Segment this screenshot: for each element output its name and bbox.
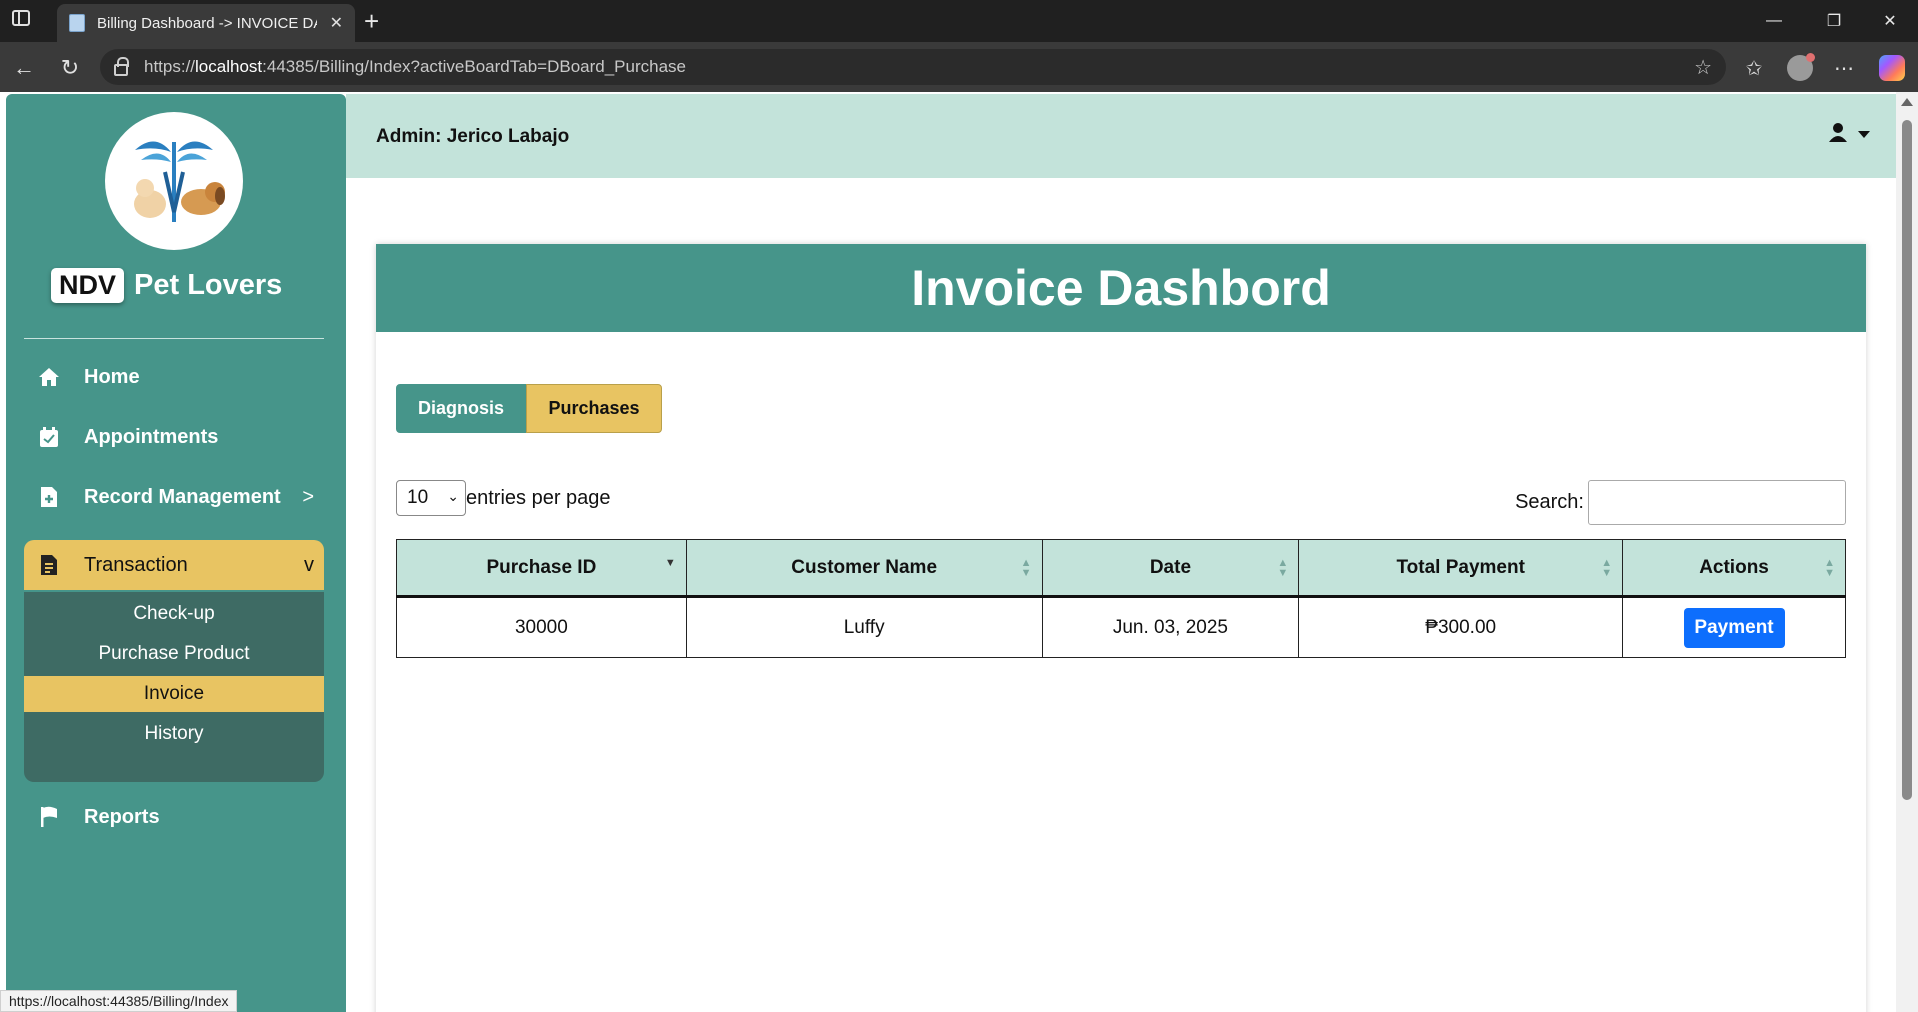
tab-purchases[interactable]: Purchases (526, 384, 662, 433)
tab-diagnosis[interactable]: Diagnosis (396, 384, 526, 433)
column-header-total-payment[interactable]: Total Payment ▲ ▼ (1298, 539, 1624, 598)
profile-icon[interactable] (1782, 50, 1818, 86)
sidebar-item-label: Reports (84, 805, 160, 828)
table-row: 30000 Luffy Jun. 03, 2025 ₱300.00 Paymen… (396, 596, 1846, 658)
reload-icon[interactable]: ↻ (52, 50, 88, 86)
page-viewport: NDV Pet Lovers Home Appointments Record … (0, 92, 1918, 1012)
favorites-icon[interactable]: ✩ (1736, 50, 1772, 86)
browser-tab-active[interactable]: Billing Dashboard -> INVOICE DA ✕ (57, 4, 355, 42)
transaction-submenu: Check-up Purchase Product Invoice Histor… (24, 592, 324, 782)
brand: NDV Pet Lovers (51, 268, 282, 303)
user-icon (1828, 122, 1848, 147)
sort-icon: ▲ ▼ (1277, 557, 1289, 579)
sort-icon: ▲ ▼ (1824, 557, 1835, 579)
clinic-logo (105, 112, 243, 250)
sort-icon: ▲ ▼ (1601, 557, 1613, 579)
url-text: https://localhost:44385/Billing/Index?ac… (144, 57, 687, 76)
file-plus-icon (38, 486, 60, 508)
minimize-icon[interactable]: — (1746, 0, 1802, 42)
cell-customer-name: Luffy (685, 596, 1043, 658)
copilot-icon[interactable] (1874, 50, 1910, 86)
page-length-select[interactable]: 10 ⌄ (396, 480, 466, 516)
page-length-value: 10 (407, 487, 429, 508)
page-length-control: 10 ⌄ entries per page (396, 480, 611, 516)
sidebar-divider (24, 338, 324, 339)
back-icon[interactable]: ← (6, 50, 42, 86)
card-header: Invoice Dashbord (376, 244, 1866, 332)
caret-down-icon (1858, 131, 1870, 138)
close-tab-icon[interactable]: ✕ (330, 13, 343, 33)
address-bar[interactable]: https://localhost:44385/Billing/Index?ac… (100, 49, 1726, 85)
sidebar-item-label: Appointments (84, 425, 219, 448)
cell-purchase-id: 30000 (396, 596, 687, 658)
sort-icon: ▲ ▼ (1020, 557, 1032, 579)
sidebar-item-reports[interactable]: Reports (24, 792, 324, 842)
scroll-up-icon[interactable] (1901, 98, 1913, 106)
sidebar-item-transaction[interactable]: Transaction v (24, 540, 324, 590)
home-icon (38, 366, 60, 388)
sidebar-item-appointments[interactable]: Appointments (24, 412, 324, 462)
sidebar-item-label: Home (84, 365, 140, 388)
brand-name: Pet Lovers (134, 269, 283, 301)
chevron-down-icon: ⌄ (447, 488, 459, 504)
sidebar-item-record-management[interactable]: Record Management > (24, 472, 324, 522)
page-favicon-icon (69, 14, 85, 32)
column-header-purchase-id[interactable]: Purchase ID ▼ (396, 539, 687, 598)
submenu-item-check-up[interactable]: Check-up (24, 596, 324, 632)
cell-date: Jun. 03, 2025 (1041, 596, 1300, 658)
top-header: Admin: Jerico Labajo (346, 94, 1896, 178)
chevron-right-icon: > (302, 485, 314, 508)
search-input[interactable] (1588, 480, 1846, 525)
sidebar-item-label: Transaction (84, 553, 188, 576)
flag-icon (38, 806, 60, 828)
lock-icon (114, 57, 129, 76)
cell-total-payment: ₱300.00 (1298, 596, 1624, 658)
user-menu-dropdown[interactable] (1828, 122, 1870, 147)
browser-toolbar: ← ↻ https://localhost:44385/Billing/Inde… (0, 42, 1918, 92)
page-scrollbar[interactable] (1896, 92, 1918, 1012)
search-label: Search: (1515, 491, 1584, 513)
admin-name: Admin: Jerico Labajo (376, 126, 570, 147)
submenu-item-invoice[interactable]: Invoice (24, 676, 324, 712)
app-sidebar: NDV Pet Lovers Home Appointments Record … (6, 94, 346, 1012)
new-tab-icon[interactable]: + (364, 6, 379, 37)
browser-sidebar-icon[interactable] (12, 10, 30, 26)
sort-desc-icon: ▼ (664, 557, 676, 569)
restore-icon[interactable]: ❐ (1806, 0, 1862, 42)
chevron-down-icon: v (304, 553, 314, 576)
sidebar-item-label: Record Management (84, 485, 281, 508)
submenu-item-history[interactable]: History (24, 716, 324, 752)
more-options-icon[interactable]: ⋯ (1826, 50, 1862, 86)
favorite-star-icon[interactable]: ☆ (1694, 55, 1712, 80)
scroll-thumb[interactable] (1902, 120, 1912, 800)
calendar-check-icon (38, 426, 60, 448)
receipt-icon (38, 554, 60, 576)
payment-button[interactable]: Payment (1683, 607, 1785, 648)
column-header-date[interactable]: Date ▲ ▼ (1041, 539, 1300, 598)
page-title: Invoice Dashbord (911, 260, 1331, 316)
invoice-card: Invoice Dashbord Diagnosis Purchases 10 … (376, 244, 1866, 1012)
search-control: Search: (1515, 480, 1846, 525)
purchases-table: Purchase ID ▼ Customer Name ▲ ▼ Date ▲ ▼ Tota… (396, 539, 1846, 658)
browser-tab-bar: Billing Dashboard -> INVOICE DA ✕ + — ❐ … (0, 0, 1918, 42)
status-bar-url: https://localhost:44385/Billing/Index (0, 990, 238, 1012)
browser-tab-title: Billing Dashboard -> INVOICE DA (97, 14, 317, 32)
board-tabs: Diagnosis Purchases (396, 384, 662, 433)
submenu-item-purchase-product[interactable]: Purchase Product (24, 636, 324, 672)
cell-actions: Payment (1622, 596, 1846, 658)
column-header-customer-name[interactable]: Customer Name ▲ ▼ (685, 539, 1043, 598)
page-length-label: entries per page (466, 486, 611, 509)
window-close-icon[interactable]: ✕ (1862, 0, 1918, 42)
brand-badge: NDV (51, 268, 125, 303)
table-header-row: Purchase ID ▼ Customer Name ▲ ▼ Date ▲ ▼ Tota… (396, 539, 1846, 598)
sidebar-item-home[interactable]: Home (24, 352, 324, 402)
column-header-actions[interactable]: Actions ▲ ▼ (1622, 539, 1846, 598)
